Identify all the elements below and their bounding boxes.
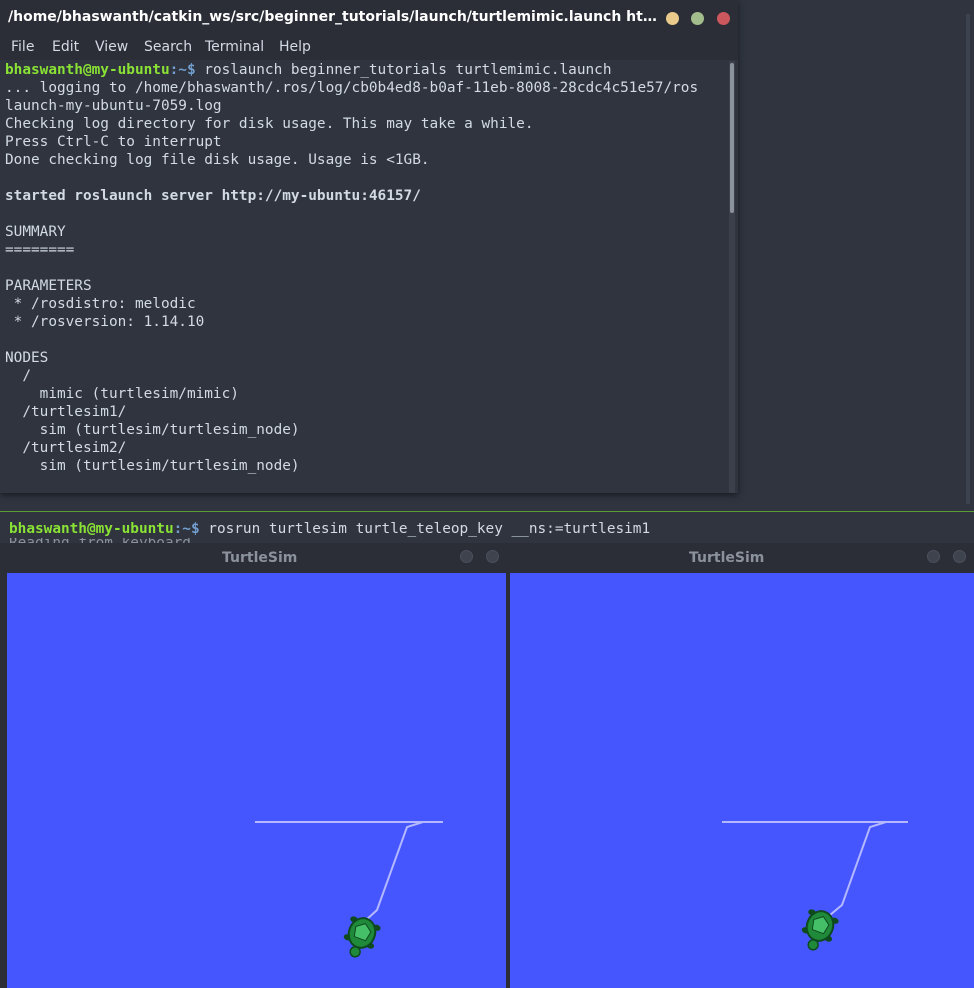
turtlesim-close-button[interactable]: [953, 550, 966, 563]
maximize-button[interactable]: [691, 12, 704, 25]
turtlesim-window-1[interactable]: TurtleSim: [0, 543, 508, 988]
turtle-trail-graphic: [255, 821, 443, 958]
background-terminal-prompt-line: bhaswanth@my-ubuntu:~$ rosrun turtlesim …: [9, 520, 650, 538]
terminal-scrollbar[interactable]: [729, 61, 735, 493]
turtlesim-canvas[interactable]: [510, 573, 974, 988]
prompt-path: :~$: [173, 521, 209, 537]
terminal-line: /: [5, 368, 31, 384]
close-button[interactable]: [717, 12, 730, 25]
menu-terminal[interactable]: Terminal: [205, 39, 264, 55]
terminal-line: /turtlesim2/: [5, 440, 127, 456]
turtle-icon: [343, 916, 381, 958]
terminal-scrollbar-thumb[interactable]: [730, 63, 734, 213]
turtlesim-title: TurtleSim: [222, 550, 298, 566]
turtlesim-minimize-button[interactable]: [927, 550, 940, 563]
background-terminal-scrollbar[interactable]: [966, 14, 970, 504]
terminal-line: sim (turtlesim/turtlesim_node): [5, 458, 300, 474]
terminal-line: sim (turtlesim/turtlesim_node): [5, 422, 300, 438]
terminal-split-divider: [0, 511, 974, 512]
menu-search[interactable]: Search: [144, 39, 192, 55]
prompt-path: :~$: [169, 62, 205, 78]
terminal-line: started roslaunch server http://my-ubunt…: [5, 188, 421, 204]
terminal-line: launch-my-ubuntu-7059.log: [5, 98, 222, 114]
prompt-user-host: bhaswanth@my-ubuntu: [5, 62, 170, 78]
terminal-line: Press Ctrl-C to interrupt: [5, 134, 222, 150]
turtle-icon: [801, 909, 839, 951]
terminal-line: Checking log directory for disk usage. T…: [5, 116, 534, 132]
turtle-trail-graphic: [722, 821, 908, 951]
menu-file[interactable]: File: [11, 39, 34, 55]
turtlesim-close-button[interactable]: [486, 550, 499, 563]
terminal-line: NODES: [5, 350, 49, 366]
terminal-line: mimic (turtlesim/mimic): [5, 386, 239, 402]
prompt-user-host: bhaswanth@my-ubuntu: [9, 521, 174, 537]
roslaunch-terminal-window[interactable]: /home/bhaswanth/catkin_ws/src/beginner_t…: [0, 0, 738, 493]
turtlesim-minimize-button[interactable]: [460, 550, 473, 563]
minimize-button[interactable]: [666, 12, 679, 25]
terminal-line: * /rosdistro: melodic: [5, 296, 196, 312]
turtlesim-title: TurtleSim: [689, 550, 765, 566]
menu-edit[interactable]: Edit: [52, 39, 79, 55]
terminal-line: SUMMARY: [5, 224, 66, 240]
turtlesim-canvas[interactable]: [7, 573, 506, 988]
terminal-line: /turtlesim1/: [5, 404, 127, 420]
terminal-line: PARAMETERS: [5, 278, 92, 294]
terminal-prompt-line: bhaswanth@my-ubuntu:~$ roslaunch beginne…: [5, 61, 611, 79]
turtle-trail: [722, 821, 908, 916]
turtle-trail: [255, 821, 443, 922]
terminal-output[interactable]: bhaswanth@my-ubuntu:~$ roslaunch beginne…: [0, 61, 728, 493]
prompt-command: roslaunch beginner_tutorials turtlemimic…: [204, 62, 612, 78]
prompt-command: rosrun turtlesim turtle_teleop_key __ns:…: [208, 521, 651, 537]
terminal-line: * /rosversion: 1.14.10: [5, 314, 205, 330]
menu-help[interactable]: Help: [279, 39, 311, 55]
terminal-line: ========: [5, 242, 75, 258]
menu-view[interactable]: View: [95, 39, 128, 55]
turtlesim-window-2[interactable]: TurtleSim: [508, 543, 974, 988]
terminal-titlebar[interactable]: /home/bhaswanth/catkin_ws/src/beginner_t…: [0, 0, 738, 36]
terminal-menubar: File Edit View Search Terminal Help: [0, 36, 738, 60]
terminal-title: /home/bhaswanth/catkin_ws/src/beginner_t…: [8, 9, 660, 25]
terminal-line: Done checking log file disk usage. Usage…: [5, 152, 430, 168]
terminal-line: ... logging to /home/bhaswanth/.ros/log/…: [5, 80, 699, 96]
